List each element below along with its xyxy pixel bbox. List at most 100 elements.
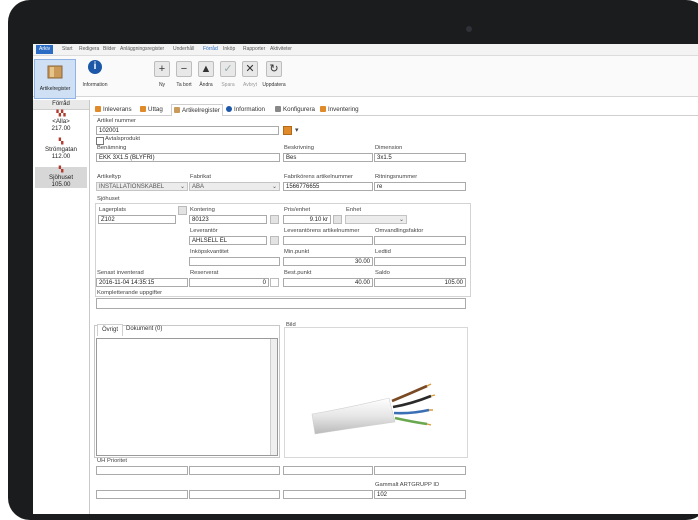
ritningsnummer-label: Ritningsnummer [375, 174, 418, 180]
menu-redigera[interactable]: Redigera [79, 46, 99, 52]
extra-field-1[interactable] [189, 466, 280, 475]
ledtid-field[interactable] [374, 257, 466, 266]
enhet-select[interactable]: ⌄ [345, 215, 407, 224]
cancel-label: Avbryt [242, 82, 258, 88]
avtalsprodukt-checkbox[interactable] [96, 137, 104, 145]
komplett-label: Kompletterande uppgifter [97, 290, 163, 296]
cancel-button[interactable]: ✕ Avbryt [239, 61, 261, 88]
artikeltyp-value: INSTALLATIONSKABEL [99, 184, 165, 190]
sidebar-item-stromgatan[interactable]: ▚ Strömgatan 112.00 [35, 139, 87, 160]
tab-ovrigt[interactable]: Övrigt [97, 324, 124, 336]
uttag-icon [140, 106, 146, 112]
scrollbar[interactable] [270, 339, 277, 455]
minpunkt-field[interactable]: 30.00 [283, 257, 373, 266]
dimension-label: Dimension [375, 145, 403, 151]
sidebar-item-alla[interactable]: ▚▚ <Alla> 217.00 [35, 111, 87, 132]
menu-anlaggningsregister[interactable]: Anläggningsregister [120, 46, 164, 52]
pris-lookup-button[interactable] [333, 215, 342, 224]
tab-artikelregister[interactable]: Artikelregister [171, 104, 223, 116]
ritningsnummer-field[interactable]: re [374, 182, 466, 191]
tab-label: Inventering [328, 106, 359, 113]
dimension-field[interactable]: 3x1.5 [374, 153, 466, 162]
artikeltyp-select[interactable]: INSTALLATIONSKABEL ⌄ [96, 182, 188, 191]
refresh-icon: ↻ [266, 61, 282, 77]
reserverat-label: Reserverat [190, 270, 219, 276]
extra-field-5[interactable] [189, 490, 280, 499]
uh-prioritet-field[interactable] [96, 466, 188, 475]
bestpunkt-label: Best.punkt [284, 270, 312, 276]
extra-field-3[interactable] [374, 466, 466, 475]
info-icon [226, 106, 232, 112]
saldo-field[interactable]: 105.00 [374, 278, 466, 287]
fabrikat-select[interactable]: ABA ⌄ [189, 182, 280, 191]
menu-start[interactable]: Start [62, 46, 73, 52]
benamning-label: Benämning [97, 145, 127, 151]
tab-konfigurera[interactable]: Konfigurera [275, 104, 315, 115]
gammalt-field[interactable]: 102 [374, 490, 466, 499]
minpunkt-label: Min.punkt [284, 249, 310, 255]
extra-field-4[interactable] [96, 490, 188, 499]
fabrikat-label: Fabrikat [190, 174, 211, 180]
benamning-field[interactable]: EKK 3X1.5 (BLYFRI) [96, 153, 280, 162]
bestpunkt-field[interactable]: 40.00 [283, 278, 373, 287]
new-button[interactable]: + Ny [151, 61, 173, 88]
tab-inventering[interactable]: Inventering [320, 104, 359, 115]
triangle-up-icon: ▲ [198, 61, 214, 77]
artikelnummer-field[interactable]: 102001 [96, 126, 279, 135]
menu-bar: Arkiv Start Redigera Bilder Anläggningsr… [33, 44, 698, 56]
dropdown-arrow-icon[interactable]: ▾ [295, 126, 299, 134]
menu-underhall[interactable]: Underhåll [173, 46, 194, 52]
menu-aktiviteter[interactable]: Aktiviteter [270, 46, 292, 52]
fabrikat-value: ABA [192, 184, 205, 190]
tab-uttag[interactable]: Uttag [140, 104, 163, 115]
tab-label: Konfigurera [283, 106, 315, 113]
artikelregister-button[interactable]: Artikelregister [34, 59, 76, 99]
inkopskvantitet-field[interactable] [189, 257, 280, 266]
save-button[interactable]: ✓ Spara [217, 61, 239, 88]
new-label: Ny [158, 82, 166, 88]
reserverat-details-button[interactable] [270, 278, 279, 287]
senast-field[interactable]: 2016-11-04 14:35:15 [96, 278, 188, 287]
lagerplats-label: Lagerplats [99, 207, 127, 213]
tab-label: Inleverans [103, 106, 132, 113]
extra-field-6[interactable] [283, 490, 373, 499]
sidebar-item-label: Strömgatan [45, 146, 77, 153]
refresh-button[interactable]: ↻ Uppdatera [259, 61, 289, 88]
komplett-field[interactable] [96, 298, 466, 309]
save-label: Spara [221, 82, 235, 88]
sidebar-item-sjohuset[interactable]: ▚ Sjöhuset 105.00 [35, 167, 87, 188]
kontering-field[interactable]: 80123 [189, 215, 267, 224]
menu-arkiv[interactable]: Arkiv [36, 45, 54, 54]
lagerplats-lookup-button[interactable] [178, 206, 187, 215]
menu-bilder[interactable]: Bilder [103, 46, 116, 52]
pris-field[interactable]: 9.10 kr [283, 215, 331, 224]
edit-label: Ändra [199, 82, 213, 88]
leverantor-field[interactable]: AHLSELL EL [189, 236, 267, 245]
artikel-lookup-icon[interactable] [283, 126, 292, 135]
information-button[interactable]: i Information [79, 60, 111, 88]
menu-rapporter[interactable]: Rapporter [243, 46, 265, 52]
sidebar-item-value: 112.00 [51, 153, 71, 160]
lev-artnr-label: Leverantörens artikelnummer [284, 228, 360, 234]
extra-field-2[interactable] [283, 466, 373, 475]
menu-forrad[interactable]: Förråd [203, 46, 218, 52]
edit-button[interactable]: ▲ Ändra [195, 61, 217, 88]
lev-artnr-field[interactable] [283, 236, 373, 245]
tab-dokument[interactable]: Dokument (0) [126, 324, 162, 335]
minus-icon: − [176, 61, 192, 77]
uh-prioritet-label: UH Prioritet [97, 458, 127, 464]
lagerplats-field[interactable]: Z102 [98, 215, 176, 224]
close-icon: ✕ [242, 61, 258, 77]
beskrivning-field[interactable]: Bes [283, 153, 373, 162]
tab-information[interactable]: Information [226, 104, 265, 115]
reserverat-field[interactable]: 0 [189, 278, 269, 287]
kontering-lookup-button[interactable] [270, 215, 279, 224]
artikelnummer-label: Artikel nummer [97, 118, 136, 124]
ovrigt-textarea[interactable] [96, 338, 278, 456]
omvandling-field[interactable] [374, 236, 466, 245]
tab-inleverans[interactable]: Inleverans [95, 104, 132, 115]
delete-button[interactable]: − Ta bort [173, 61, 195, 88]
leverantor-lookup-button[interactable] [270, 236, 279, 245]
fabrikorens-field[interactable]: 1566776655 [283, 182, 373, 191]
menu-inkop[interactable]: Inköp [223, 46, 235, 52]
